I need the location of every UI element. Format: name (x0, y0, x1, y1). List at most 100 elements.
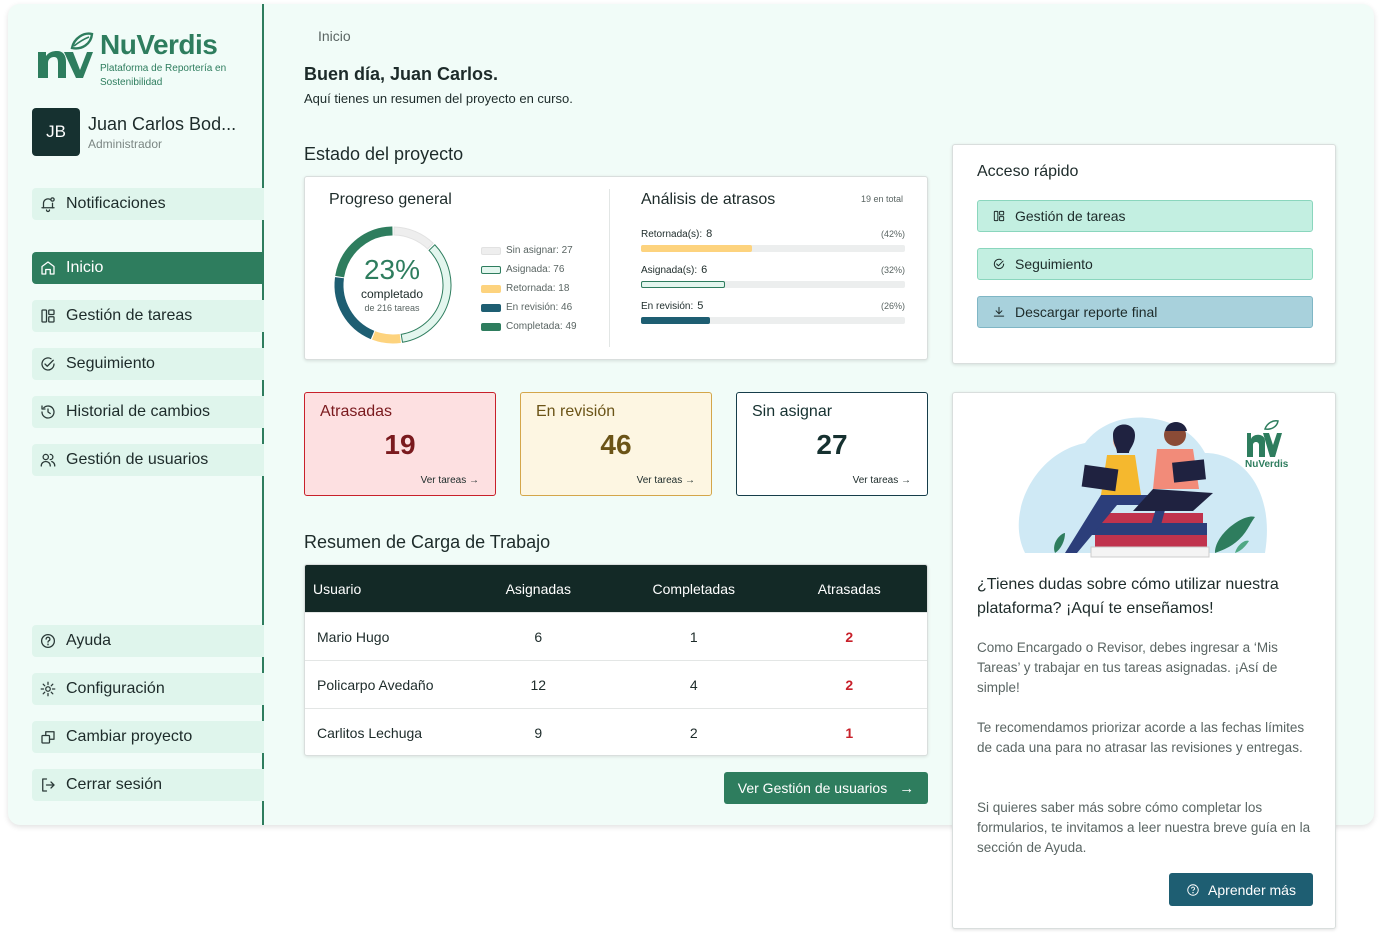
table-row[interactable]: Mario Hugo 6 1 2 (305, 612, 927, 660)
column-header: Usuario (313, 580, 362, 597)
logout-icon (38, 775, 58, 795)
sidebar-item-cambiar-proyecto[interactable]: Cambiar proyecto (32, 721, 264, 753)
legend-item: Asignada: 76 (481, 260, 577, 279)
delay-percent: (26%) (880, 301, 905, 311)
bell-icon (38, 194, 58, 214)
delay-percent: (42%) (880, 229, 905, 239)
section-title-carga: Resumen de Carga de Trabajo (304, 532, 551, 552)
help-paragraph: Si quieres saber más sobre cómo completa… (977, 800, 1311, 855)
stat-card-en-revision[interactable]: En revisión 46 Ver tareas → (520, 392, 712, 496)
brand-subtitle: Plataforma de Reportería en Sostenibilid… (100, 63, 227, 88)
sidebar-item-label: Gestión de usuarios (66, 451, 209, 468)
divider (609, 189, 610, 347)
breadcrumb[interactable]: Inicio (318, 28, 351, 44)
stat-title: Sin asignar (752, 403, 833, 420)
delay-bar-fill (641, 317, 710, 324)
link-label: Ver tareas (852, 475, 899, 486)
ver-tareas-link[interactable]: Ver tareas → (637, 475, 695, 486)
cell-assigned: 6 (534, 628, 543, 645)
help-circle-icon (1187, 883, 1199, 896)
sidebar-item-label: Seguimiento (66, 355, 155, 372)
home-icon (38, 258, 58, 278)
brand-logo: NuVerdis Plataforma de Reportería en Sos… (34, 30, 240, 90)
sidebar-item-seguimiento[interactable]: Seguimiento (32, 348, 264, 380)
link-label: Ver tareas (636, 475, 683, 486)
section-title-estado: Estado del proyecto (304, 144, 464, 164)
stat-card-sin-asignar[interactable]: Sin asignar 27 Ver tareas → (736, 392, 928, 496)
sidebar-item-label: Cerrar sesión (66, 776, 163, 793)
sidebar-item-cerrar-sesion[interactable]: Cerrar sesión (32, 769, 264, 801)
legend-swatch (481, 246, 501, 255)
sidebar-item-gestion-tareas[interactable]: Gestión de tareas (32, 300, 264, 332)
table-header: Usuario Asignadas Completadas Atrasadas (305, 565, 927, 612)
avatar: JB (32, 108, 80, 156)
users-icon (38, 450, 58, 470)
quick-gestion-tareas-button[interactable]: Gestión de tareas (977, 200, 1313, 232)
cell-completed: 2 (689, 724, 698, 741)
table-row[interactable]: Carlitos Lechuga 9 2 1 (305, 708, 927, 755)
delays-title: Análisis de atrasos (641, 191, 776, 208)
cell-late: 2 (845, 676, 854, 693)
user-profile[interactable]: JB Juan Carlos Bod... Administrador (32, 108, 236, 156)
sidebar-item-gestion-usuarios[interactable]: Gestión de usuarios (32, 444, 264, 476)
quick-access-card: Acceso rápido Gestión de tareas Seguimie… (952, 144, 1336, 364)
sidebar-item-label: Cambiar proyecto (66, 728, 193, 745)
descargar-reporte-button[interactable]: Descargar reporte final (977, 296, 1313, 328)
workload-table: Usuario Asignadas Completadas Atrasadas … (304, 564, 928, 756)
stat-value: 46 (600, 429, 632, 460)
delay-count: 8 (706, 228, 713, 240)
delays-total: 19 en total (860, 194, 903, 204)
arrow-right-icon: → (901, 475, 911, 486)
legend-label: Sin asignar: 27 (506, 245, 573, 256)
table-row[interactable]: Policarpo Avedaño 12 4 2 (305, 660, 927, 708)
arrow-right-icon: → (899, 779, 915, 797)
progress-legend: Sin asignar: 27 Asignada: 76 Retornada: 18… (481, 241, 577, 336)
progress-completed-label: completado (360, 287, 424, 301)
cell-completed: 4 (689, 676, 698, 693)
delay-bar-track (641, 317, 905, 324)
ver-gestion-usuarios-button[interactable]: Ver Gestión de usuarios → (724, 772, 928, 804)
stat-value: 27 (816, 429, 848, 460)
button-label: Ver Gestión de usuarios (737, 780, 888, 796)
legend-swatch (481, 322, 501, 331)
stat-title: Atrasadas (320, 403, 393, 420)
stat-card-atrasadas[interactable]: Atrasadas 19 Ver tareas → (304, 392, 496, 496)
sidebar-item-notificaciones[interactable]: Notificaciones (32, 188, 264, 220)
cell-late: 2 (845, 628, 854, 645)
sidebar: NuVerdis Plataforma de Reportería en Sos… (8, 4, 264, 825)
legend-item: En revisión: 46 (481, 298, 577, 317)
sidebar-item-configuracion[interactable]: Configuración (32, 673, 264, 705)
cell-user: Mario Hugo (317, 628, 390, 645)
legend-item: Completada: 49 (481, 317, 577, 336)
sidebar-item-ayuda[interactable]: Ayuda (32, 625, 264, 657)
history-icon (38, 402, 58, 422)
ver-tareas-link[interactable]: Ver tareas → (853, 475, 911, 486)
ver-tareas-link[interactable]: Ver tareas → (421, 475, 479, 486)
sidebar-item-historial[interactable]: Historial de cambios (32, 396, 264, 428)
sidebar-item-inicio[interactable]: Inicio (32, 252, 264, 284)
delay-label: Retornada(s): 8 (641, 228, 713, 240)
help-circle-icon (38, 631, 58, 651)
sidebar-item-label: Ayuda (66, 632, 112, 649)
legend-label: Completada: 49 (506, 321, 577, 332)
help-illustration: NuVerdis (1018, 417, 1289, 558)
delay-label: En revisión: 5 (641, 300, 704, 312)
sidebar-item-label: Historial de cambios (66, 403, 211, 420)
help-paragraph: Te recomendamos priorizar acorde a las f… (977, 720, 1305, 755)
arrow-right-icon: → (469, 475, 479, 486)
delay-row: Asignada(s): 6 (32%) (641, 263, 905, 288)
progress-total-label: de 216 tareas (364, 303, 420, 313)
legend-item: Retornada: 18 (481, 279, 577, 298)
quick-seguimiento-button[interactable]: Seguimiento (977, 248, 1313, 280)
aprender-mas-button[interactable]: Aprender más (1169, 873, 1313, 906)
link-label: Ver tareas (420, 475, 467, 486)
delay-row: En revisión: 5 (26%) (641, 299, 905, 324)
stat-title: En revisión (536, 403, 616, 420)
delay-count: 5 (697, 300, 704, 312)
delay-bar-fill (641, 281, 726, 288)
legend-item: Sin asignar: 27 (481, 241, 577, 260)
delay-bar-track (641, 281, 905, 288)
sidebar-item-label: Notificaciones (66, 195, 166, 212)
delay-row-header: Retornada(s): 8 (42%) (641, 227, 905, 241)
cell-completed: 1 (689, 628, 698, 645)
